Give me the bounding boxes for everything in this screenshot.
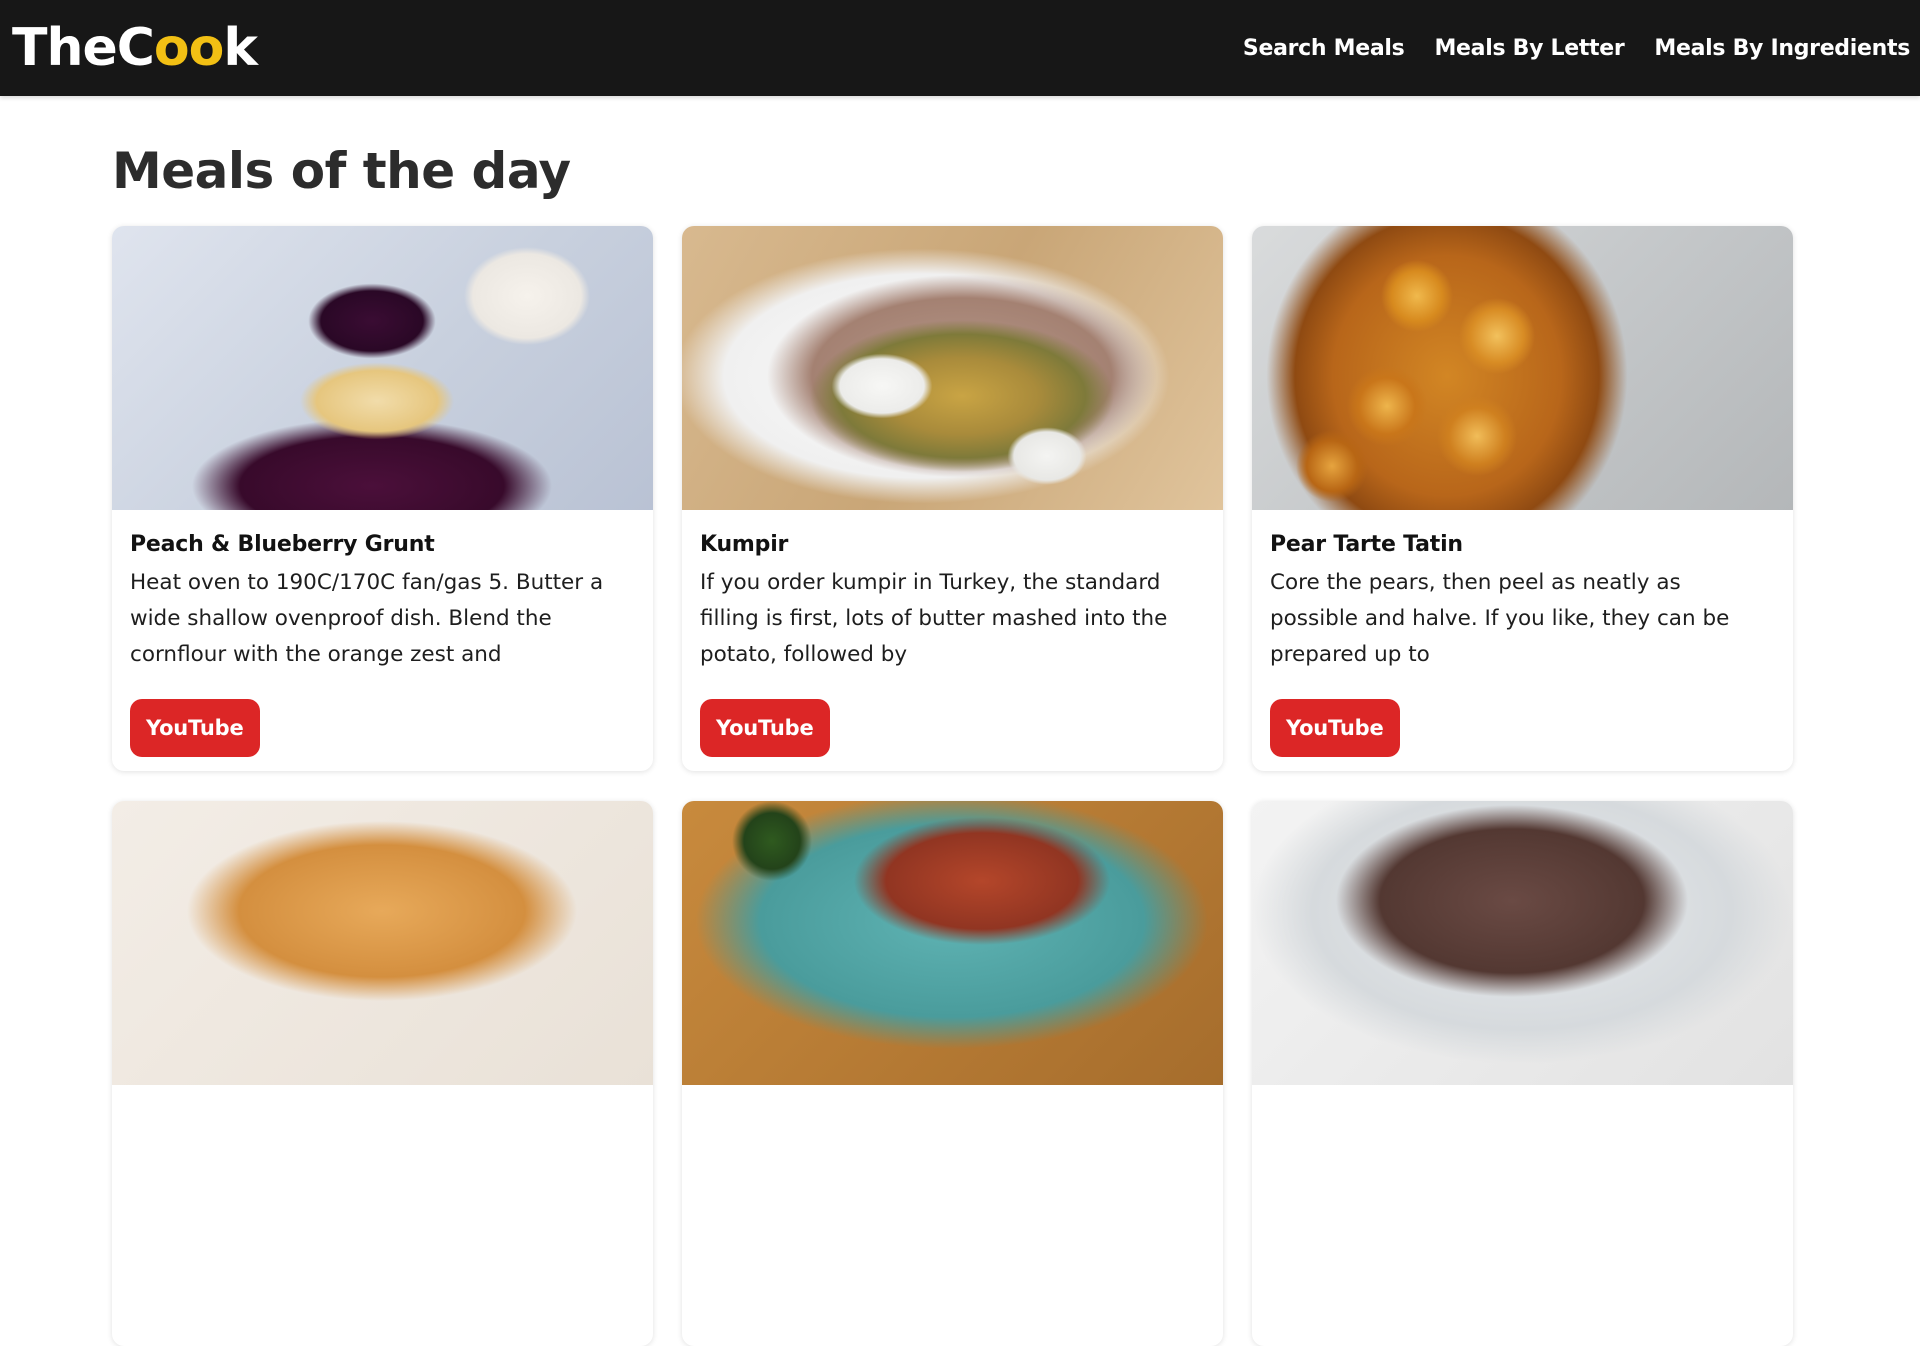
youtube-button[interactable]: YouTube (130, 699, 260, 757)
meal-title: Pear Tarte Tatin (1270, 532, 1463, 557)
meal-card (1252, 801, 1793, 1346)
meal-card-body: Kumpir If you order kumpir in Turkey, th… (682, 510, 1223, 771)
meal-image[interactable] (112, 226, 653, 510)
logo-text-accent: oo (153, 18, 224, 78)
meal-description: Core the pears, then peel as neatly as p… (1270, 570, 1730, 667)
meal-image[interactable] (1252, 226, 1793, 510)
meal-image[interactable] (682, 226, 1223, 510)
logo-text-part: k (223, 18, 258, 78)
meal-image[interactable] (1252, 801, 1793, 1085)
nav-link-meals-by-ingredients[interactable]: Meals By Ingredients (1654, 36, 1910, 61)
meal-title: Kumpir (700, 532, 789, 557)
top-navbar: TheC oo k Search Meals Meals By Letter Mea… (0, 0, 1920, 96)
meal-card (112, 801, 653, 1346)
nav-link-search-meals[interactable]: Search Meals (1243, 36, 1405, 61)
meal-card: Pear Tarte Tatin Core the pears, then pe… (1252, 226, 1793, 771)
meal-card-body: Peach & Blueberry Grunt Heat oven to 190… (112, 510, 653, 771)
meal-image[interactable] (682, 801, 1223, 1085)
nav-link-meals-by-letter[interactable]: Meals By Letter (1434, 36, 1624, 61)
site-logo-link[interactable]: TheC oo k (12, 18, 258, 78)
youtube-button[interactable]: YouTube (700, 699, 830, 757)
meal-title: Peach & Blueberry Grunt (130, 532, 435, 557)
main-nav: Search Meals Meals By Letter Meals By In… (1243, 36, 1910, 61)
youtube-button[interactable]: YouTube (1270, 699, 1400, 757)
meal-description: Heat oven to 190C/170C fan/gas 5. Butter… (130, 570, 604, 667)
meal-card: Kumpir If you order kumpir in Turkey, th… (682, 226, 1223, 771)
main-content: Meals of the day Peach & Blueberry Grunt… (112, 96, 1793, 1346)
meal-card-grid: Peach & Blueberry Grunt Heat oven to 190… (112, 226, 1793, 1346)
page-title: Meals of the day (112, 142, 571, 200)
meal-card: Peach & Blueberry Grunt Heat oven to 190… (112, 226, 653, 771)
logo-text-part: TheC (12, 18, 155, 78)
meal-card (682, 801, 1223, 1346)
meal-image[interactable] (112, 801, 653, 1085)
meal-description: If you order kumpir in Turkey, the stand… (700, 570, 1168, 667)
meal-card-body: Pear Tarte Tatin Core the pears, then pe… (1252, 510, 1793, 771)
